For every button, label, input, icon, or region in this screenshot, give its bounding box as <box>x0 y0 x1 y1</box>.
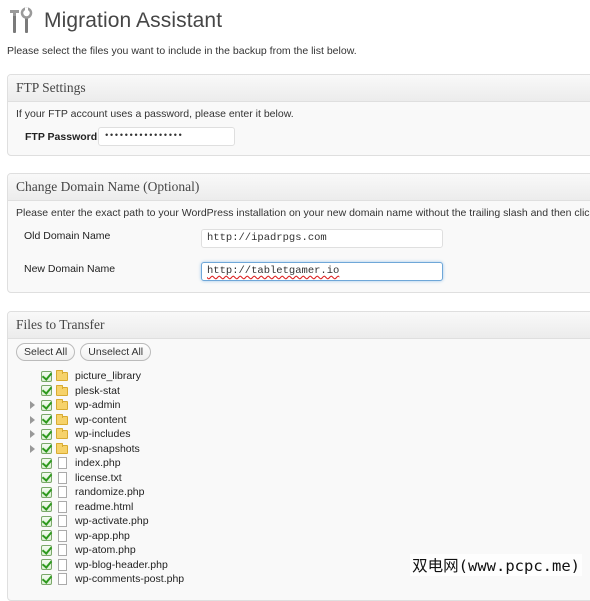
watermark: 双电网(www.pcpc.me) <box>410 554 582 576</box>
file-name: wp-blog-header.php <box>75 558 168 571</box>
file-checkbox[interactable] <box>41 414 52 426</box>
file-name: wp-content <box>75 413 127 426</box>
file-checkbox[interactable] <box>41 515 52 527</box>
file-icon <box>58 457 67 469</box>
file-name: license.txt <box>75 471 122 484</box>
file-checkbox[interactable] <box>41 530 52 542</box>
file-checkbox[interactable] <box>41 573 52 585</box>
new-domain-value: http://tabletgamer.io <box>207 265 340 277</box>
file-checkbox[interactable] <box>41 385 52 397</box>
file-icon <box>58 544 67 556</box>
file-name: wp-activate.php <box>75 515 149 527</box>
change-domain-heading: Change Domain Name (Optional) <box>8 174 590 201</box>
file-name: wp-comments-post.php <box>75 573 185 585</box>
file-name: plesk-stat <box>75 384 120 397</box>
file-name: picture_library <box>75 370 141 382</box>
domain-description: Please enter the exact path to your Word… <box>16 207 590 219</box>
ftp-password-label: FTP Password: <box>25 131 101 143</box>
page-header: Migration Assistant <box>8 6 222 36</box>
file-icon <box>58 558 67 571</box>
file-name: wp-snapshots <box>75 442 140 455</box>
select-all-button[interactable]: Select All <box>16 343 76 361</box>
file-icon <box>58 471 67 484</box>
change-domain-panel: Change Domain Name (Optional) Please ent… <box>7 173 590 293</box>
expand-arrow-icon[interactable] <box>30 444 35 453</box>
file-name: wp-admin <box>75 399 121 411</box>
page-title: Migration Assistant <box>44 9 223 32</box>
file-name: readme.html <box>75 500 134 513</box>
file-checkbox[interactable] <box>41 428 52 440</box>
file-checkbox[interactable] <box>41 443 52 455</box>
file-icon <box>58 486 67 498</box>
ftp-settings-panel: FTP Settings If your FTP account uses a … <box>7 74 590 156</box>
ftp-password-field[interactable]: •••••••••••••••• <box>98 127 235 146</box>
file-name: wp-atom.php <box>75 544 136 556</box>
folder-icon <box>56 442 68 454</box>
old-domain-field[interactable]: http://ipadrpgs.com <box>201 229 443 248</box>
new-domain-field[interactable]: http://tabletgamer.io <box>201 262 443 281</box>
file-name: wp-app.php <box>75 529 130 542</box>
file-name: randomize.php <box>75 486 145 498</box>
file-icon <box>58 515 67 527</box>
file-checkbox[interactable] <box>41 370 52 382</box>
folder-icon <box>56 413 68 425</box>
file-checkbox[interactable] <box>41 472 52 484</box>
file-checkbox[interactable] <box>41 544 52 556</box>
ftp-description: If your FTP account uses a password, ple… <box>16 108 294 120</box>
file-icon <box>58 529 67 542</box>
tools-icon <box>10 7 33 33</box>
unselect-all-button[interactable]: Unselect All <box>80 343 152 361</box>
file-checkbox[interactable] <box>41 399 52 411</box>
expand-arrow-icon[interactable] <box>30 401 35 410</box>
ftp-settings-heading: FTP Settings <box>8 75 590 102</box>
files-heading: Files to Transfer <box>8 312 590 339</box>
file-checkbox[interactable] <box>41 559 52 571</box>
new-domain-label: New Domain Name <box>24 263 116 275</box>
file-name: index.php <box>75 457 121 469</box>
folder-icon <box>56 428 68 439</box>
expand-arrow-icon[interactable] <box>30 430 35 439</box>
file-checkbox[interactable] <box>41 486 52 498</box>
old-domain-label: Old Domain Name <box>24 230 111 242</box>
file-icon <box>58 500 67 513</box>
file-name: wp-includes <box>75 428 131 440</box>
expand-arrow-icon[interactable] <box>30 415 35 424</box>
file-icon <box>58 573 67 585</box>
intro-text: Please select the files you want to incl… <box>7 45 357 57</box>
folder-icon <box>56 399 68 410</box>
file-checkbox[interactable] <box>41 457 52 469</box>
folder-icon <box>56 384 68 396</box>
file-checkbox[interactable] <box>41 501 52 513</box>
folder-icon <box>56 370 68 381</box>
